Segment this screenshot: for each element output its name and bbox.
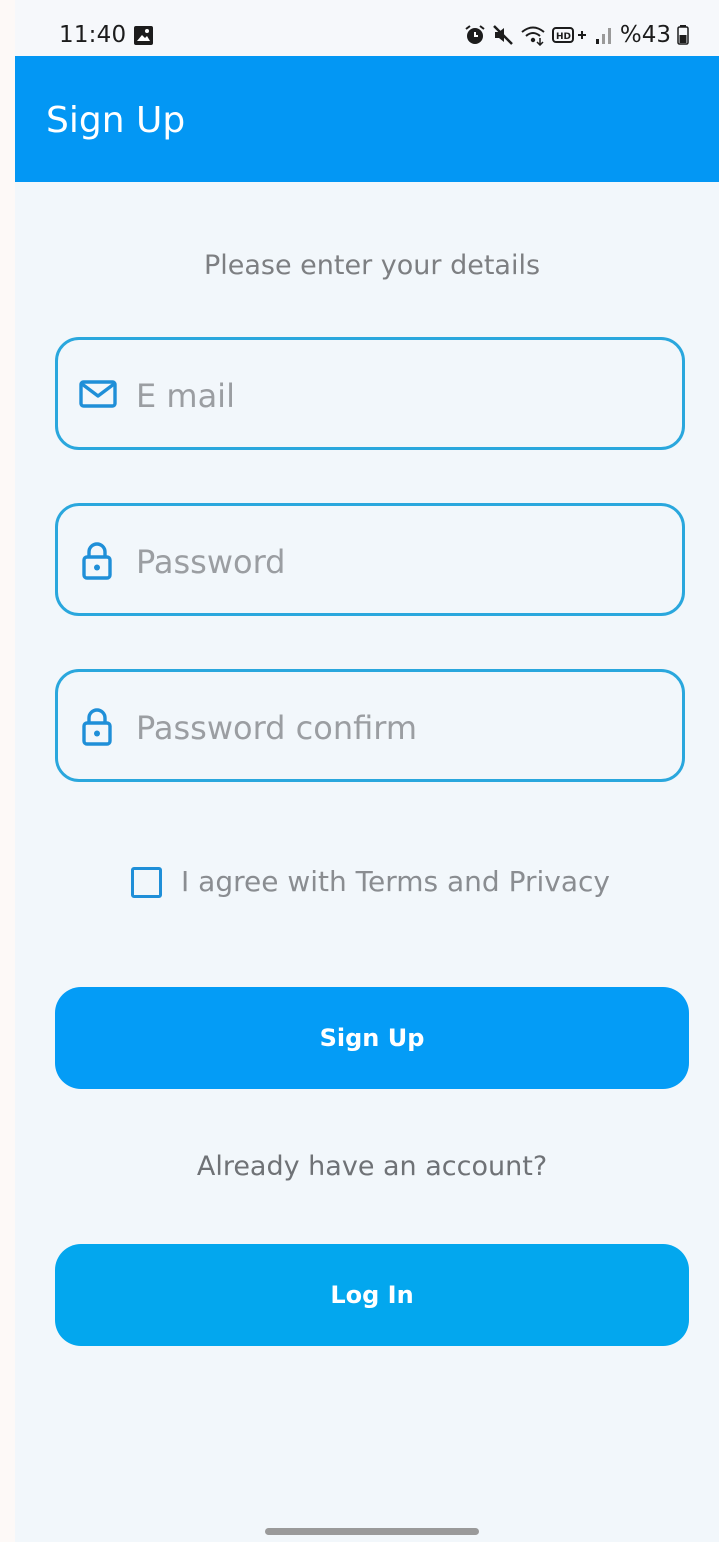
password-confirm-field[interactable]: Password confirm: [55, 669, 685, 782]
status-bar: 11:40 HD %43: [15, 0, 719, 56]
email-placeholder: E mail: [136, 377, 235, 415]
app-bar: Sign Up: [15, 56, 719, 182]
battery-percent: %43: [619, 22, 671, 48]
battery-icon: [677, 25, 689, 45]
home-indicator[interactable]: [265, 1528, 479, 1535]
agree-label: I agree with Terms and Privacy: [181, 865, 610, 898]
lock-icon: [80, 707, 114, 751]
agree-checkbox[interactable]: [131, 867, 162, 898]
status-icons: HD %43: [464, 20, 689, 50]
alarm-icon: [465, 25, 485, 44]
mail-icon: [78, 378, 118, 414]
password-placeholder: Password: [136, 543, 286, 581]
lock-icon: [80, 541, 114, 585]
sign-up-button[interactable]: Sign Up: [55, 987, 689, 1089]
svg-text:HD: HD: [556, 32, 571, 42]
have-account-text: Already have an account?: [196, 1151, 548, 1182]
wifi-icon: [521, 26, 545, 46]
email-field[interactable]: E mail: [55, 337, 685, 450]
gallery-icon: [133, 25, 154, 50]
mute-icon: [492, 25, 513, 45]
screen: 11:40 HD %43 Sign Up Please enter your d…: [15, 0, 719, 1542]
form-subtitle: Please enter your details: [203, 250, 541, 281]
status-time: 11:40: [59, 22, 127, 48]
log-in-button[interactable]: Log In: [55, 1244, 689, 1346]
password-field[interactable]: Password: [55, 503, 685, 616]
password-confirm-placeholder: Password confirm: [136, 709, 418, 747]
hd-plus-icon: HD: [551, 27, 586, 43]
signal-icon: [595, 28, 611, 44]
page-title: Sign Up: [46, 100, 186, 141]
